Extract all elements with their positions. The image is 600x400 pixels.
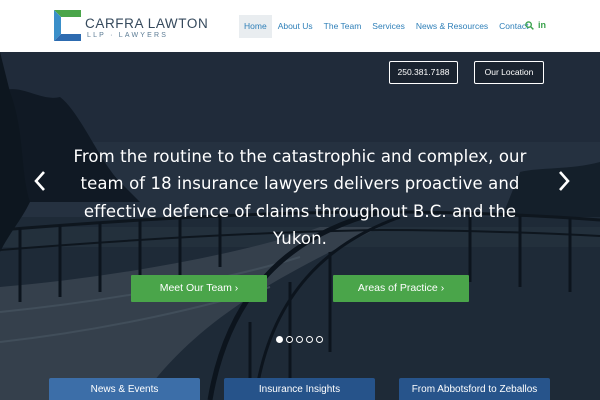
nav-item-services[interactable]: Services [367, 15, 410, 38]
hero-slider: 250.381.7188 Our Location From the routi… [0, 52, 600, 400]
chevron-right-icon[interactable] [557, 170, 571, 192]
chevron-left-icon[interactable] [33, 170, 47, 192]
meet-our-team-button[interactable]: Meet Our Team › [131, 275, 267, 302]
logo-subtitle: LLP · LAWYERS [87, 32, 169, 39]
slider-dot[interactable] [276, 336, 283, 343]
main-nav: Home About Us The Team Services News & R… [239, 15, 534, 38]
site-logo[interactable]: CARFRA LAWTON LLP · LAWYERS [54, 10, 208, 44]
tab-news-events[interactable]: News & Events [49, 378, 200, 400]
search-icon[interactable] [525, 20, 534, 30]
logo-mark-icon [54, 10, 81, 41]
slider-dot[interactable] [286, 336, 293, 343]
linkedin-icon[interactable]: in [538, 20, 546, 30]
tab-abbotsford-to-zeballos[interactable]: From Abbotsford to Zeballos [399, 378, 550, 400]
slider-dot[interactable] [306, 336, 313, 343]
site-header: CARFRA LAWTON LLP · LAWYERS Home About U… [0, 0, 600, 52]
areas-of-practice-button[interactable]: Areas of Practice › [333, 275, 469, 302]
nav-item-about-us[interactable]: About Us [273, 15, 318, 38]
chevron-right-icon: › [234, 282, 239, 294]
chevron-right-icon: › [440, 282, 445, 294]
nav-item-the-team[interactable]: The Team [319, 15, 367, 38]
areas-of-practice-label: Areas of Practice [357, 282, 438, 294]
tab-insurance-insights[interactable]: Insurance Insights [224, 378, 375, 400]
nav-item-news-resources[interactable]: News & Resources [411, 15, 493, 38]
phone-button[interactable]: 250.381.7188 [389, 61, 458, 84]
logo-name: CARFRA LAWTON [85, 16, 209, 31]
nav-item-home[interactable]: Home [239, 15, 272, 38]
slider-dot[interactable] [296, 336, 303, 343]
location-button[interactable]: Our Location [474, 61, 544, 84]
slider-dot[interactable] [316, 336, 323, 343]
slider-dots [276, 336, 323, 343]
meet-our-team-label: Meet Our Team [159, 282, 232, 294]
hero-headline: From the routine to the catastrophic and… [73, 147, 527, 248]
nav-icons: in [525, 20, 546, 30]
